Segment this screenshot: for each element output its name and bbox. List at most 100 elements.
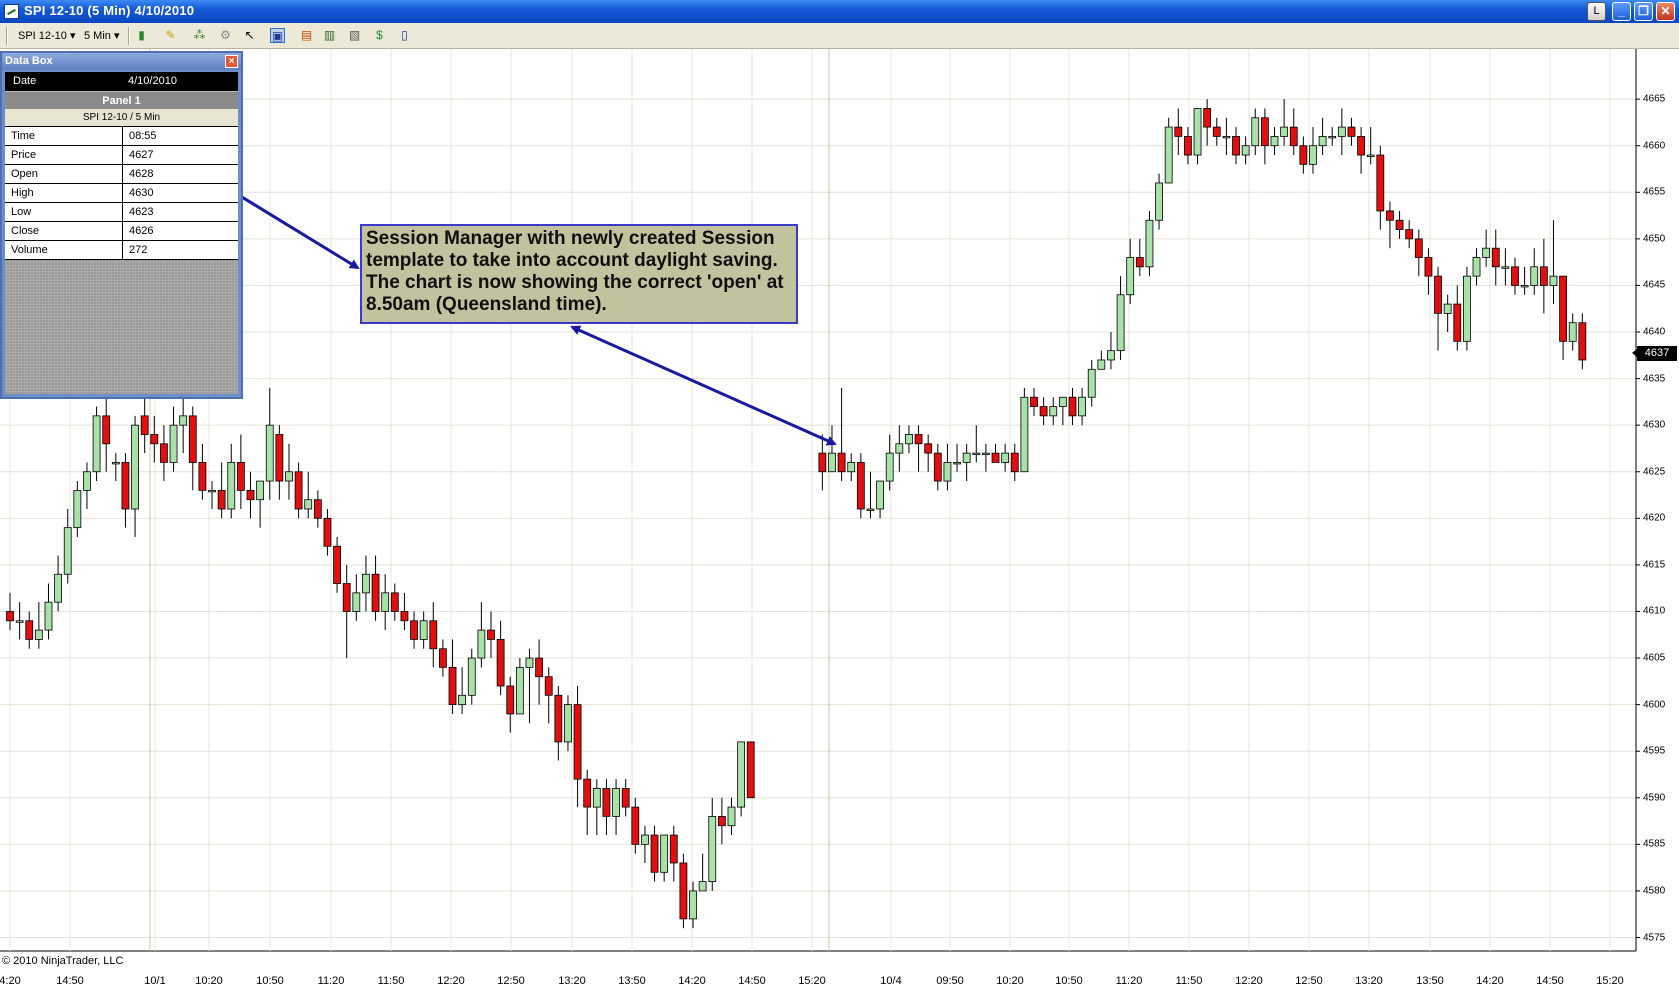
row-label: Close <box>11 225 40 237</box>
candle <box>1347 117 1356 146</box>
candle-body-up <box>1049 406 1058 417</box>
data-box-window[interactable]: Data Box × Date 4/10/2010 Panel 1 SPI 12… <box>0 51 243 399</box>
candle-body-up <box>381 592 390 612</box>
chart-trader-icon[interactable]: ▧ <box>347 28 362 43</box>
candle-body-up <box>73 489 82 529</box>
y-tick-label: 4655 <box>1643 186 1666 198</box>
candle-body-up <box>1097 359 1106 370</box>
candle-body-up <box>1482 247 1491 258</box>
candle <box>669 825 678 882</box>
y-tick-label: 4620 <box>1643 512 1666 524</box>
candle <box>236 434 245 510</box>
candle-body-up <box>1318 136 1327 147</box>
data-box-close-icon[interactable]: × <box>225 55 238 68</box>
panel-header: Panel 1 <box>5 91 238 110</box>
candle <box>1174 108 1183 156</box>
drawing-tool-icon[interactable]: ✎ <box>163 28 178 43</box>
x-tick-label: 12:20 <box>437 975 465 987</box>
candle-body-up <box>1472 257 1481 277</box>
candle <box>92 406 101 482</box>
last-price-marker: 4637 <box>1632 346 1677 361</box>
row-value: 08:55 <box>122 127 157 145</box>
properties-icon[interactable]: ▤ <box>299 28 314 43</box>
candle <box>1309 127 1317 174</box>
cursor-icon[interactable]: ↖ <box>242 28 257 43</box>
candle-body-up <box>1193 108 1202 156</box>
template-icon[interactable]: ▯ <box>397 28 412 43</box>
candle <box>866 471 875 519</box>
candle <box>496 620 505 696</box>
candle-body-down <box>1232 136 1240 156</box>
candle <box>1212 117 1221 146</box>
y-tick-label: 4580 <box>1643 885 1666 897</box>
candle <box>419 611 428 649</box>
dollar-icon[interactable]: $ <box>372 28 387 43</box>
data-row-volume: Volume 272 <box>5 241 238 260</box>
data-row-close: Close 4626 <box>5 222 238 241</box>
candle <box>1472 248 1481 286</box>
x-tick-label: 10:20 <box>195 975 223 987</box>
candle <box>847 453 856 482</box>
candle-body-down <box>102 415 111 445</box>
candle-body-up <box>1078 396 1086 417</box>
candle-body-up <box>972 452 981 456</box>
candle-body-down <box>535 657 543 678</box>
candle <box>650 825 659 882</box>
candle-body-up <box>92 415 101 473</box>
candle-body-down <box>544 676 553 696</box>
candle-body-down <box>1491 247 1500 268</box>
candle <box>564 695 572 752</box>
candle-body-down <box>390 592 399 612</box>
candle <box>933 443 942 491</box>
candle-body-down <box>400 611 409 622</box>
data-box-icon[interactable]: ▣ <box>270 28 285 43</box>
candle <box>698 853 707 892</box>
window-title: SPI 12-10 (5 Min) 4/10/2010 <box>24 3 195 18</box>
window-titlebar[interactable]: SPI 12-10 (5 Min) 4/10/2010 L _ ❐ ✕ <box>0 0 1679 23</box>
chart-style-icon[interactable]: ▮ <box>134 28 149 43</box>
candle <box>1049 397 1058 426</box>
candle-body-down <box>1260 117 1269 147</box>
minimize-button[interactable]: _ <box>1612 2 1631 21</box>
candle <box>515 658 524 715</box>
candle <box>1463 266 1471 351</box>
candle <box>746 741 755 799</box>
close-button[interactable]: ✕ <box>1656 2 1675 21</box>
instrument-selector[interactable]: SPI 12-10 ▾ <box>18 27 76 45</box>
y-tick-label: 4615 <box>1643 559 1666 571</box>
candle-body-up <box>227 462 236 510</box>
interval-selector[interactable]: 5 Min ▾ <box>84 27 120 45</box>
candle <box>1155 173 1163 230</box>
candle <box>1164 117 1173 184</box>
x-tick-label: 15:20 <box>1596 975 1624 987</box>
link-button[interactable]: L <box>1587 2 1606 21</box>
candle <box>467 648 476 705</box>
candle <box>6 592 14 631</box>
restore-button[interactable]: ❐ <box>1634 2 1653 21</box>
candle <box>140 397 149 454</box>
data-box-title[interactable]: Data Box <box>2 53 241 70</box>
candle <box>525 648 534 724</box>
candle <box>856 453 865 519</box>
tick-counter-icon[interactable]: ▥ <box>322 28 337 43</box>
candle <box>727 797 736 836</box>
y-tick-label: 4590 <box>1643 792 1666 804</box>
indicator-icon[interactable]: ⁂ <box>192 28 207 43</box>
candle-body-up <box>698 881 707 892</box>
candle-body-up <box>1001 452 1010 463</box>
row-value: 4628 <box>122 165 153 183</box>
candle-body-up <box>708 816 717 883</box>
candle-body-up <box>515 666 524 715</box>
x-tick-label: 14:50 <box>738 975 766 987</box>
candle <box>885 434 894 491</box>
price-chart[interactable] <box>0 49 1679 997</box>
candle-body-down <box>1039 406 1048 417</box>
candle-body-down <box>496 639 505 687</box>
candle-body-up <box>1241 145 1250 156</box>
candle-body-down <box>924 443 933 454</box>
candle <box>1020 387 1029 473</box>
candle <box>991 443 1000 463</box>
y-tick-label: 4575 <box>1643 932 1666 943</box>
strategy-icon[interactable]: ⚙ <box>218 28 233 43</box>
candle-body-down <box>1203 108 1212 128</box>
